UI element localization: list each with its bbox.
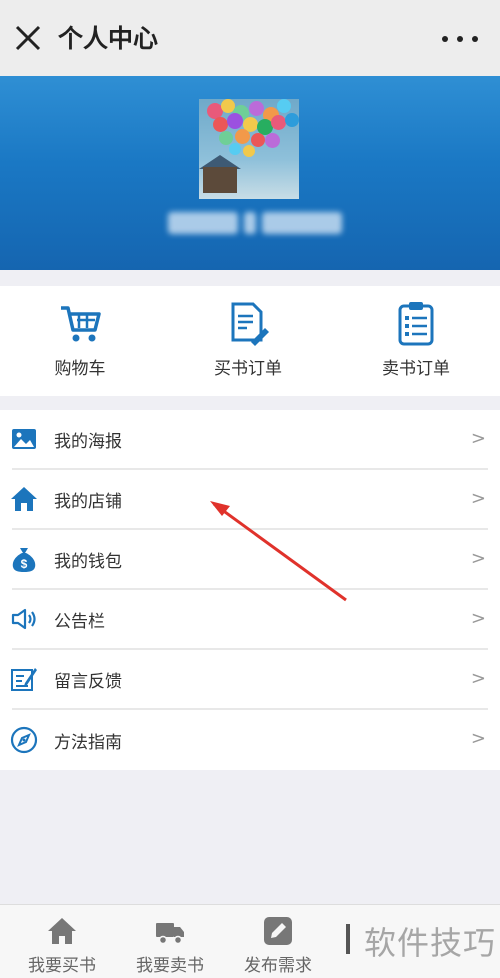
menu-item-feedback[interactable]: 留言反馈 > bbox=[10, 650, 488, 710]
menu-item-label: 我的海报 bbox=[54, 431, 122, 452]
chevron-right-icon: > bbox=[470, 548, 486, 569]
order-edit-icon bbox=[231, 302, 269, 346]
tab-buy-books[interactable]: 我要买书 bbox=[16, 915, 108, 976]
chevron-right-icon: > bbox=[470, 608, 486, 629]
quick-item-label: 购物车 bbox=[54, 359, 106, 379]
home-icon bbox=[48, 918, 76, 944]
chevron-right-icon: > bbox=[470, 488, 486, 509]
truck-icon bbox=[156, 923, 184, 945]
svg-text:$: $ bbox=[21, 557, 28, 571]
tab-label: 我要卖书 bbox=[136, 956, 204, 976]
avatar[interactable] bbox=[199, 99, 299, 199]
shopping-cart-icon bbox=[61, 306, 101, 342]
page-title: 个人中心 bbox=[58, 24, 159, 53]
chevron-right-icon: > bbox=[470, 728, 486, 749]
annotation-arrow bbox=[210, 501, 347, 602]
title-bar: 个人中心 bbox=[0, 0, 500, 76]
menu-item-label: 我的钱包 bbox=[54, 551, 122, 572]
watermark-text: 软件技巧 bbox=[363, 924, 496, 962]
home-icon bbox=[10, 485, 38, 513]
menu-item-label: 留言反馈 bbox=[54, 671, 122, 692]
clipboard-list-icon bbox=[398, 302, 434, 346]
tab-label: 发布需求 bbox=[244, 956, 312, 976]
quick-item-cart[interactable]: 购物车 bbox=[20, 300, 140, 390]
quick-item-sell-orders[interactable]: 卖书订单 bbox=[356, 300, 476, 390]
edit-icon bbox=[264, 917, 292, 945]
chevron-right-icon: > bbox=[470, 668, 486, 689]
tab-label: 我要买书 bbox=[28, 956, 96, 976]
money-bag-icon: $ bbox=[10, 545, 38, 573]
more-dot-icon bbox=[472, 36, 478, 42]
quick-actions: 购物车 买书订单 卖书订单 bbox=[0, 286, 500, 396]
watermark-bar bbox=[346, 924, 350, 954]
menu-item-poster[interactable]: 我的海报 > bbox=[12, 410, 488, 470]
more-options-button[interactable] bbox=[442, 26, 478, 52]
quick-item-label: 买书订单 bbox=[214, 359, 282, 379]
speaker-icon bbox=[10, 605, 38, 633]
profile-header bbox=[0, 76, 500, 270]
compass-icon bbox=[10, 726, 38, 754]
close-icon bbox=[15, 25, 41, 51]
menu-item-label: 我的店铺 bbox=[54, 491, 122, 512]
menu-item-label: 方法指南 bbox=[54, 732, 122, 753]
username-blurred bbox=[168, 212, 344, 238]
house-image bbox=[203, 167, 237, 193]
tab-sell-books[interactable]: 我要卖书 bbox=[124, 915, 216, 976]
close-button[interactable] bbox=[12, 22, 44, 54]
picture-icon bbox=[10, 425, 38, 453]
menu-item-guide[interactable]: 方法指南 > bbox=[10, 710, 488, 770]
menu-item-label: 公告栏 bbox=[54, 611, 105, 632]
chevron-right-icon: > bbox=[470, 428, 486, 449]
tab-post-request[interactable]: 发布需求 bbox=[232, 915, 324, 976]
quick-item-label: 卖书订单 bbox=[382, 359, 450, 379]
quick-item-buy-orders[interactable]: 买书订单 bbox=[188, 300, 308, 390]
feedback-edit-icon bbox=[10, 665, 38, 693]
more-dot-icon bbox=[457, 36, 463, 42]
more-dot-icon bbox=[442, 36, 448, 42]
